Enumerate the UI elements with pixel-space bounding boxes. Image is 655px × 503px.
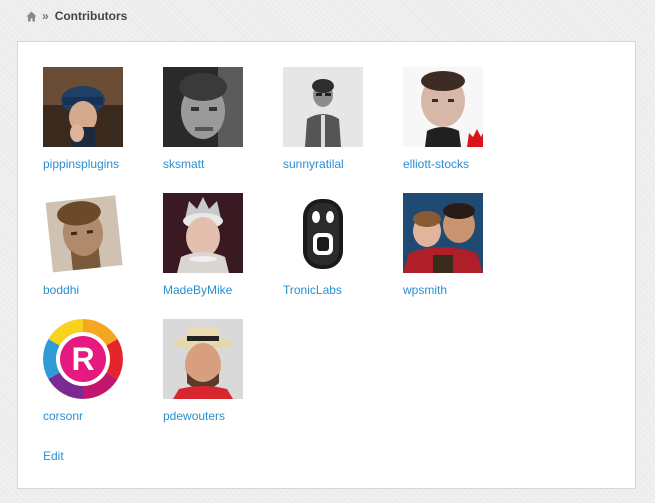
edit-link[interactable]: Edit [43, 449, 64, 463]
contributor-name[interactable]: pdewouters [163, 409, 273, 423]
contributor-item: MadeByMike [163, 193, 273, 297]
avatar-image [283, 67, 363, 147]
avatar[interactable] [163, 319, 243, 399]
avatar-image [163, 319, 243, 399]
contributor-item: pippinsplugins [43, 67, 153, 171]
avatar[interactable] [283, 193, 363, 273]
avatar[interactable] [43, 67, 123, 147]
breadcrumb-separator: » [42, 9, 49, 23]
contributor-name[interactable]: wpsmith [403, 283, 513, 297]
contributor-item: sunnyratilal [283, 67, 393, 171]
avatar-image: R [43, 319, 123, 399]
breadcrumb: » Contributors [26, 8, 127, 24]
svg-text:R: R [71, 341, 94, 377]
contributor-item: sksmatt [163, 67, 273, 171]
contributor-name[interactable]: sksmatt [163, 157, 273, 171]
contributors-panel: pippinsplugins sksmatt sunnyratilal elli… [17, 41, 636, 489]
contributor-name[interactable]: corsonr [43, 409, 153, 423]
avatar-image [403, 193, 483, 273]
contributor-item: R corsonr [43, 319, 153, 423]
avatar-image [163, 67, 243, 147]
avatar[interactable] [43, 193, 123, 273]
avatar-image [43, 193, 123, 273]
contributor-name[interactable]: TronicLabs [283, 283, 393, 297]
contributor-item: boddhi [43, 193, 153, 297]
contributor-item: elliott-stocks [403, 67, 513, 171]
contributor-name[interactable]: sunnyratilal [283, 157, 393, 171]
avatar[interactable]: R [43, 319, 123, 399]
avatar-image [43, 67, 123, 147]
contributor-name[interactable]: MadeByMike [163, 283, 273, 297]
contributor-item: wpsmith [403, 193, 513, 297]
home-icon[interactable] [26, 11, 37, 22]
avatar[interactable] [163, 67, 243, 147]
contributor-item: TronicLabs [283, 193, 393, 297]
avatar[interactable] [283, 67, 363, 147]
avatar[interactable] [163, 193, 243, 273]
contributor-name[interactable]: boddhi [43, 283, 153, 297]
contributor-name[interactable]: pippinsplugins [43, 157, 153, 171]
avatar-image [283, 193, 363, 273]
page-title: Contributors [54, 9, 128, 23]
avatar[interactable] [403, 193, 483, 273]
avatar-image [403, 67, 483, 147]
contributor-item: pdewouters [163, 319, 273, 423]
avatar[interactable] [403, 67, 483, 147]
contributor-name[interactable]: elliott-stocks [403, 157, 513, 171]
avatar-image [163, 193, 243, 273]
